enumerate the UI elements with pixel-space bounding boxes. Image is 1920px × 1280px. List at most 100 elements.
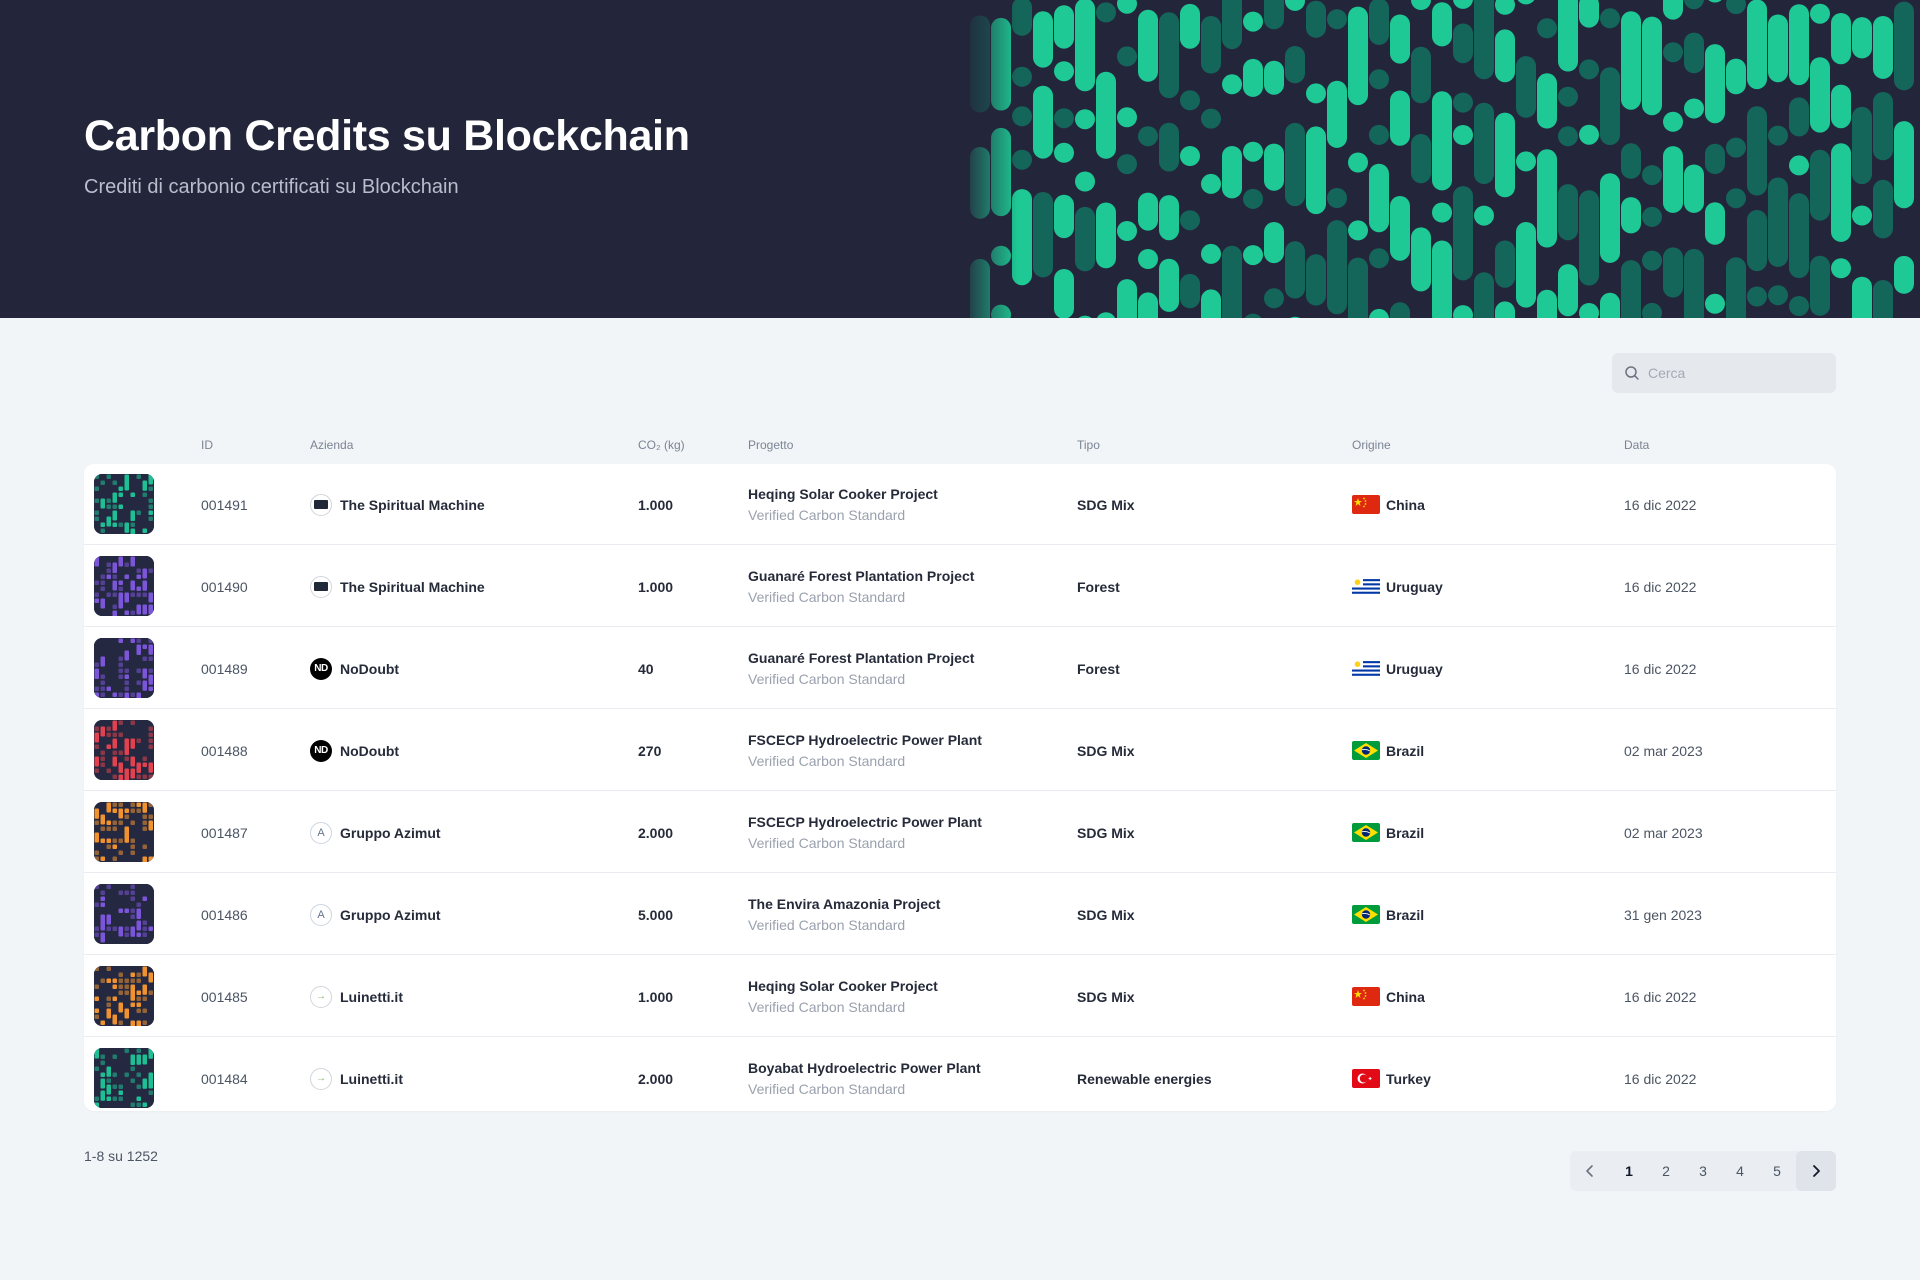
country-flag-icon: [1352, 741, 1380, 760]
table-row[interactable]: 001487 A Gruppo Azimut 2.000 FSCECP Hydr…: [84, 792, 1836, 873]
origin-country: Uruguay: [1386, 578, 1443, 595]
company-name: Gruppo Azimut: [340, 906, 441, 923]
project-cell: Boyabat Hydroelectric Power Plant Verifi…: [748, 1038, 981, 1119]
company-cell[interactable]: The Spiritual Machine: [310, 464, 485, 545]
origin-country: Uruguay: [1386, 660, 1443, 677]
page-5-button[interactable]: 5: [1762, 1151, 1792, 1191]
search-icon: [1625, 366, 1639, 380]
credit-thumbnail[interactable]: [94, 884, 154, 944]
credit-thumbnail[interactable]: [94, 638, 154, 698]
project-standard: Verified Carbon Standard: [748, 507, 906, 523]
next-page-button[interactable]: [1796, 1151, 1836, 1191]
origin-country: Brazil: [1386, 742, 1425, 759]
origin-country: China: [1386, 496, 1425, 513]
company-logo-icon: [310, 575, 332, 598]
table-row[interactable]: 001486 A Gruppo Azimut 5.000 The Envira …: [84, 874, 1836, 955]
country-flag-icon: [1352, 1069, 1380, 1088]
credit-type: SDG Mix: [1077, 988, 1135, 1005]
table-row[interactable]: 001490 The Spiritual Machine 1.000 Guana…: [84, 546, 1836, 627]
project-cell: Heqing Solar Cooker Project Verified Car…: [748, 464, 938, 545]
table-row[interactable]: 001485 → Luinetti.it 1.000 Heqing Solar …: [84, 956, 1836, 1037]
project-name: Guanaré Forest Plantation Project: [748, 650, 975, 666]
column-header-co2: CO₂ (kg): [638, 438, 685, 452]
project-standard: Verified Carbon Standard: [748, 999, 906, 1015]
origin-cell: China: [1352, 464, 1425, 545]
company-cell[interactable]: ND NoDoubt: [310, 628, 399, 709]
credit-thumbnail[interactable]: [94, 556, 154, 616]
origin-cell: Uruguay: [1352, 546, 1443, 627]
company-cell[interactable]: A Gruppo Azimut: [310, 874, 441, 955]
credit-id: 001484: [201, 1070, 248, 1087]
company-logo-icon: [310, 493, 332, 516]
search-box[interactable]: [1612, 353, 1836, 393]
country-flag-icon: [1352, 659, 1380, 678]
origin-cell: Uruguay: [1352, 628, 1443, 709]
country-flag-icon: [1352, 495, 1380, 514]
company-logo-icon: →: [310, 1067, 332, 1090]
company-name: NoDoubt: [340, 742, 400, 759]
page-2-button[interactable]: 2: [1651, 1151, 1681, 1191]
country-flag-icon: [1352, 905, 1380, 924]
search-input[interactable]: [1648, 365, 1828, 381]
results-count: 1-8 su 1252: [84, 1148, 158, 1164]
credit-date: 16 dic 2022: [1624, 578, 1697, 595]
company-cell[interactable]: ND NoDoubt: [310, 710, 399, 791]
co2-amount: 2.000: [638, 1070, 674, 1087]
credit-date: 16 dic 2022: [1624, 1070, 1697, 1087]
company-name: The Spiritual Machine: [340, 496, 485, 513]
table-row[interactable]: 001489 ND NoDoubt 40 Guanaré Forest Plan…: [84, 628, 1836, 709]
credit-thumbnail[interactable]: [94, 1048, 154, 1108]
credit-thumbnail[interactable]: [94, 802, 154, 862]
country-flag-icon: [1352, 577, 1380, 596]
origin-country: Turkey: [1386, 1070, 1431, 1087]
origin-cell: China: [1352, 956, 1425, 1037]
country-flag-icon: [1352, 987, 1380, 1006]
project-cell: FSCECP Hydroelectric Power Plant Verifie…: [748, 792, 982, 873]
company-name: Gruppo Azimut: [340, 824, 441, 841]
table-row[interactable]: 001488 ND NoDoubt 270 FSCECP Hydroelectr…: [84, 710, 1836, 791]
table-row[interactable]: 001491 The Spiritual Machine 1.000 Heqin…: [84, 464, 1836, 545]
project-name: Guanaré Forest Plantation Project: [748, 568, 975, 584]
column-header-type: Tipo: [1077, 438, 1100, 452]
prev-page-button[interactable]: [1570, 1151, 1610, 1191]
co2-amount: 1.000: [638, 578, 674, 595]
credit-thumbnail[interactable]: [94, 720, 154, 780]
co2-amount: 40: [638, 660, 654, 677]
page-title: Carbon Credits su Blockchain: [84, 112, 690, 160]
credit-type: SDG Mix: [1077, 906, 1135, 923]
column-header-id: ID: [201, 438, 213, 452]
credit-id: 001485: [201, 988, 248, 1005]
credit-type: Forest: [1077, 660, 1120, 677]
company-logo-icon: →: [310, 985, 332, 1008]
project-standard: Verified Carbon Standard: [748, 835, 906, 851]
credit-type: SDG Mix: [1077, 824, 1135, 841]
company-logo-icon: A: [310, 821, 332, 844]
credit-type: SDG Mix: [1077, 496, 1135, 513]
company-name: The Spiritual Machine: [340, 578, 485, 595]
credit-id: 001486: [201, 906, 248, 923]
company-name: Luinetti.it: [340, 988, 403, 1005]
company-cell[interactable]: → Luinetti.it: [310, 956, 403, 1037]
column-header-project: Progetto: [748, 438, 794, 452]
credit-date: 16 dic 2022: [1624, 496, 1697, 513]
company-cell[interactable]: A Gruppo Azimut: [310, 792, 441, 873]
origin-cell: Brazil: [1352, 792, 1424, 873]
column-header-date: Data: [1624, 438, 1650, 452]
project-name: FSCECP Hydroelectric Power Plant: [748, 814, 982, 830]
page-4-button[interactable]: 4: [1725, 1151, 1755, 1191]
page-1-button[interactable]: 1: [1614, 1151, 1644, 1191]
credit-type: SDG Mix: [1077, 742, 1135, 759]
project-cell: The Envira Amazonia Project Verified Car…: [748, 874, 940, 955]
credit-date: 16 dic 2022: [1624, 660, 1697, 677]
credit-id: 001489: [201, 660, 248, 677]
company-cell[interactable]: → Luinetti.it: [310, 1038, 403, 1119]
page-3-button[interactable]: 3: [1688, 1151, 1718, 1191]
table-row[interactable]: 001484 → Luinetti.it 2.000 Boyabat Hydro…: [84, 1038, 1836, 1119]
origin-cell: Brazil: [1352, 874, 1424, 955]
credit-thumbnail[interactable]: [94, 474, 154, 534]
project-name: Heqing Solar Cooker Project: [748, 978, 938, 994]
credit-thumbnail[interactable]: [94, 966, 154, 1026]
company-cell[interactable]: The Spiritual Machine: [310, 546, 485, 627]
origin-country: Brazil: [1386, 824, 1425, 841]
project-cell: Guanaré Forest Plantation Project Verifi…: [748, 546, 974, 627]
